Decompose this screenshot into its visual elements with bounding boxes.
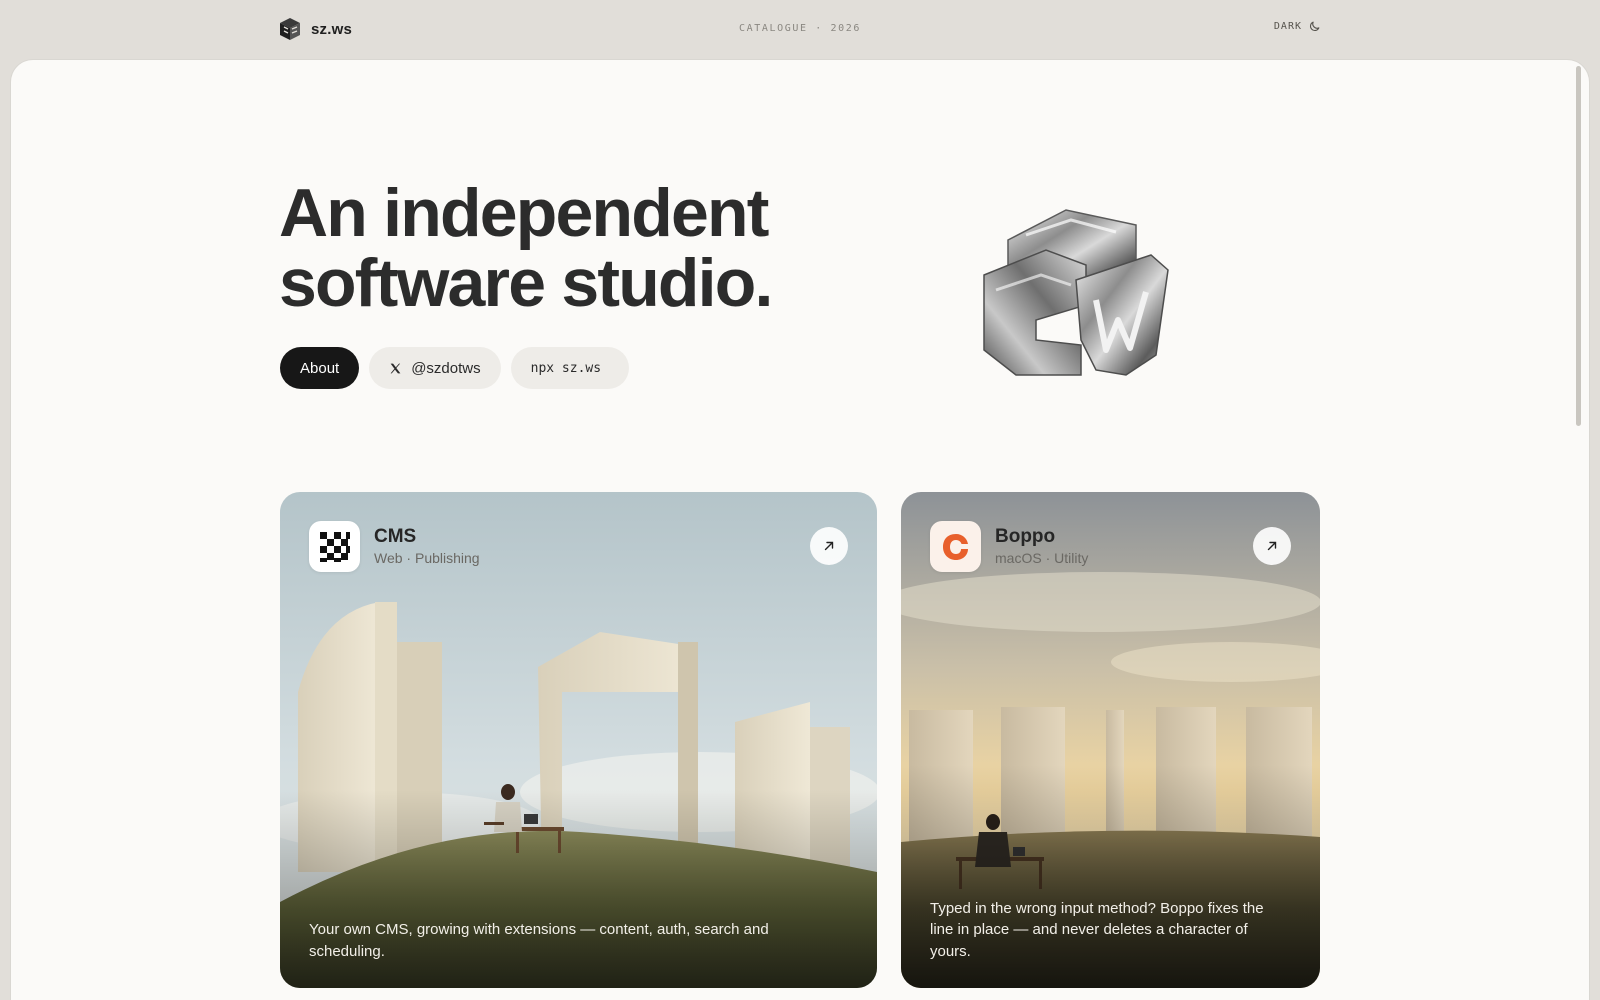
product-card-boppo[interactable]: Boppo macOS · Utility Typed in the wrong… (901, 492, 1320, 988)
chrome-sw-logo-icon (983, 209, 1169, 376)
cms-card-title: CMS (374, 526, 417, 547)
npx-command-button[interactable]: npx sz.ws (510, 347, 630, 389)
boppo-app-icon (930, 521, 981, 572)
theme-toggle-label: DARK (1273, 21, 1302, 32)
boppo-card-header: Boppo macOS · Utility (930, 521, 1088, 572)
x-logo-icon (390, 363, 401, 373)
theme-toggle-button[interactable]: DARK (1274, 20, 1321, 33)
arrow-up-right-icon (1267, 541, 1277, 551)
boppo-card-description: Typed in the wrong input method? Boppo f… (930, 899, 1264, 960)
boppo-logo-icon (942, 533, 968, 560)
hero-title-line-2: software studio. (279, 245, 773, 321)
cms-app-icon (309, 521, 360, 572)
cms-open-button[interactable] (810, 527, 848, 565)
checker-grid-icon (319, 531, 350, 562)
moon-icon (1309, 21, 1320, 32)
cms-card-description: Your own CMS, growing with extensions — … (309, 921, 769, 960)
cms-card-meta: Web · Publishing (374, 550, 480, 566)
twitter-link-button[interactable]: @szdotws (369, 347, 501, 389)
npx-command-text: npx sz.ws (530, 360, 602, 376)
main-sheet: An independent software studio. About @s… (11, 60, 1589, 1000)
top-bar: sz.ws CATALOGUE · 2026 DARK (0, 0, 1600, 60)
product-card-cms[interactable]: CMS Web · Publishing Your own CMS, growi… (280, 492, 877, 988)
catalogue-label: CATALOGUE · 2026 (739, 23, 861, 34)
cms-card-header: CMS Web · Publishing (309, 521, 480, 572)
boppo-card-titles: Boppo macOS · Utility (995, 526, 1088, 567)
cms-card-titles: CMS Web · Publishing (374, 526, 480, 567)
boppo-open-button[interactable] (1253, 527, 1291, 565)
scrollbar-thumb[interactable] (1576, 66, 1581, 426)
twitter-handle: @szdotws (411, 359, 481, 377)
hero-title-line-1: An independent (279, 175, 769, 251)
about-button-label: About (300, 359, 340, 377)
hero-title: An independent software studio. (279, 178, 879, 318)
boppo-card-meta: macOS · Utility (995, 550, 1089, 566)
hero-actions: About @szdotws npx sz.ws (280, 347, 630, 389)
arrow-up-right-icon (824, 541, 834, 551)
about-button[interactable]: About (280, 347, 360, 389)
boppo-card-title: Boppo (995, 526, 1056, 547)
